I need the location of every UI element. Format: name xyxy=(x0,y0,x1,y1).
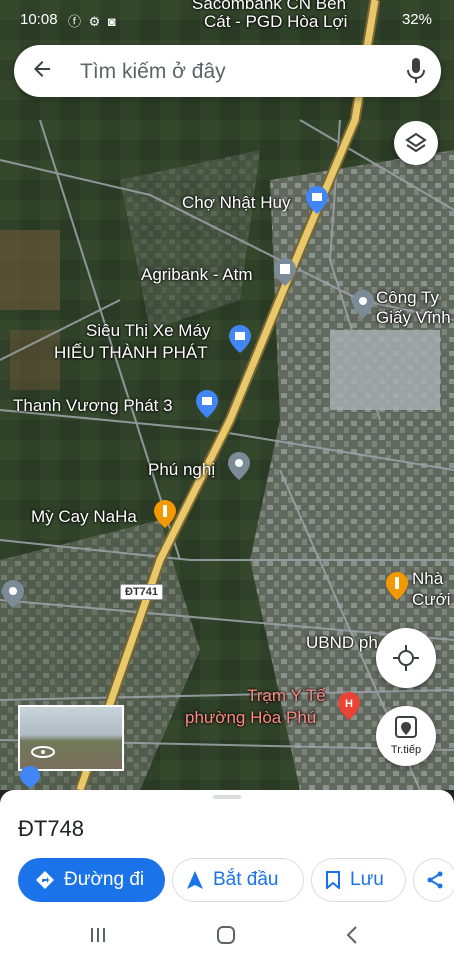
search-placeholder[interactable]: Tìm kiếm ở đây xyxy=(80,60,226,84)
street-view-icon xyxy=(31,746,55,758)
directions-label: Đường đi xyxy=(64,869,145,890)
recent-apps-icon[interactable] xyxy=(89,926,107,944)
directions-button[interactable]: Đường đi xyxy=(18,858,165,902)
place-pin-icon[interactable] xyxy=(2,580,24,608)
share-icon xyxy=(427,871,443,889)
label-cong-ty-2[interactable]: Giấy Vĩnh xyxy=(376,308,451,328)
facebook-icon: ⓕ xyxy=(68,14,82,29)
shop-pin-icon[interactable] xyxy=(196,390,218,418)
start-button[interactable]: Bắt đầu xyxy=(172,858,304,902)
my-location-button[interactable] xyxy=(376,628,436,688)
street-view-thumbnail[interactable] xyxy=(18,705,124,771)
restaurant-pin-icon[interactable] xyxy=(386,572,408,600)
bookmark-icon xyxy=(326,871,340,889)
next-label: Tr.tiếp xyxy=(390,744,422,756)
search-bar[interactable]: Tìm kiếm ở đây xyxy=(14,45,441,97)
hospital-pin-icon[interactable]: H xyxy=(338,692,360,720)
label-tram-y-te-2[interactable]: phường Hòa Phú xyxy=(185,708,316,728)
back-icon[interactable] xyxy=(345,925,359,945)
navigation-icon xyxy=(187,871,203,889)
navigation-arrow-icon xyxy=(395,716,417,738)
layers-icon xyxy=(405,132,427,153)
start-label: Bắt đầu xyxy=(213,869,279,890)
label-nha-2[interactable]: Cưới xyxy=(412,590,451,610)
label-sieu-thi[interactable]: Siêu Thị Xe Máy xyxy=(86,321,210,341)
gear-icon: ⚙ xyxy=(88,14,101,29)
svg-text:H: H xyxy=(345,698,353,710)
label-phu-nghi[interactable]: Phú nghị xyxy=(148,460,215,480)
shop-pin-icon[interactable] xyxy=(229,325,251,353)
layers-button[interactable] xyxy=(394,121,438,165)
label-thanh-vuong[interactable]: Thanh Vương Phát 3 xyxy=(13,396,173,416)
next-button[interactable]: Tr.tiếp xyxy=(376,706,436,766)
share-button[interactable] xyxy=(413,858,454,902)
back-arrow-icon[interactable] xyxy=(30,57,54,81)
notification-icons: ⓕ ⚙ ◙ xyxy=(68,11,116,30)
label-my-cay[interactable]: Mỳ Cay NaHa xyxy=(31,507,137,527)
label-agribank[interactable]: Agribank - Atm xyxy=(141,265,253,285)
directions-icon xyxy=(36,871,54,889)
my-location-icon xyxy=(393,645,419,671)
battery-level: 32% xyxy=(401,11,432,28)
label-sieu-thi-2[interactable]: HIẾU THÀNH PHÁT xyxy=(54,343,208,363)
bank-pin-icon[interactable] xyxy=(274,258,296,286)
home-icon[interactable] xyxy=(216,925,236,945)
label-nha[interactable]: Nhà xyxy=(412,569,443,589)
label-cho-nhat-huy[interactable]: Chợ Nhật Huy xyxy=(182,193,290,213)
system-nav-bar xyxy=(0,915,454,960)
record-icon: ◙ xyxy=(107,14,116,29)
place-pin-icon[interactable] xyxy=(228,452,250,480)
label-tram-y-te[interactable]: Trạm Y Tế xyxy=(247,686,326,706)
road-shield-dt741: ĐT741 xyxy=(120,584,164,600)
status-time: 10:08 xyxy=(20,11,58,28)
restaurant-pin-icon[interactable] xyxy=(154,500,176,528)
mic-icon[interactable] xyxy=(407,58,425,84)
shop-pin-icon[interactable] xyxy=(306,186,328,214)
status-bar: 10:08 ⓕ ⚙ ◙ 32% xyxy=(0,0,454,40)
save-label: Lưu xyxy=(350,869,384,890)
sheet-handle[interactable] xyxy=(213,795,241,799)
place-title: ĐT748 xyxy=(18,816,85,841)
label-cong-ty[interactable]: Công Ty xyxy=(376,288,439,308)
save-button[interactable]: Lưu xyxy=(311,858,406,902)
company-pin-icon[interactable] xyxy=(352,290,374,318)
shop-pin-icon[interactable] xyxy=(20,766,40,788)
